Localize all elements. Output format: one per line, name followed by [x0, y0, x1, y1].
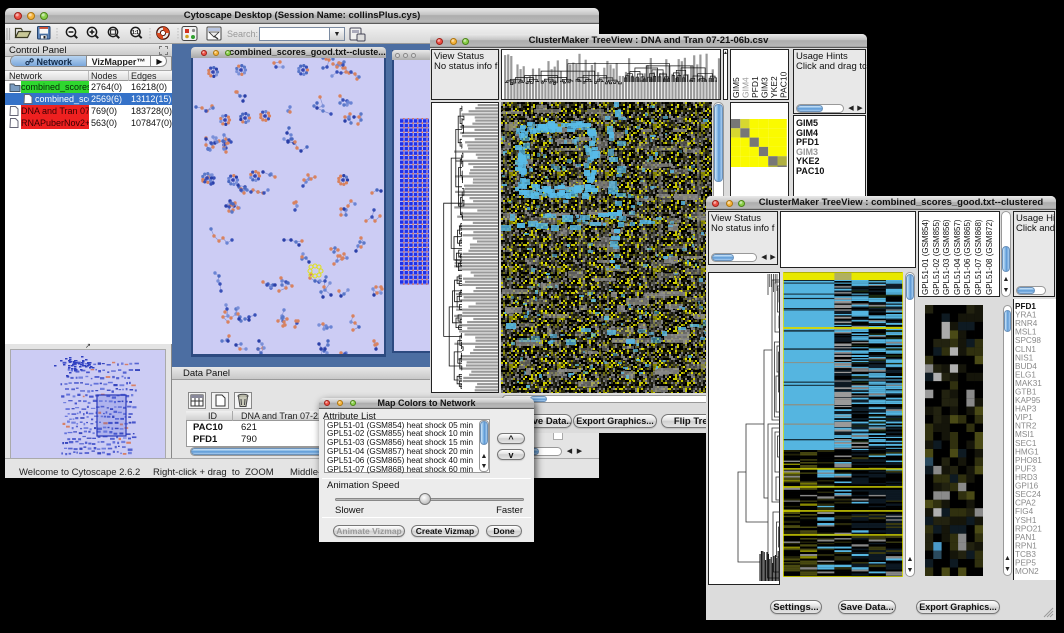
svg-text:1:1: 1:1 — [132, 30, 139, 36]
svg-text:PAC10: PAC10 — [779, 71, 789, 98]
svg-text:GPL51-01 (GSM854): GPL51-01 (GSM854) — [921, 219, 930, 295]
svg-text:Search:: Search: — [227, 29, 258, 39]
svg-text:MON2: MON2 — [1015, 567, 1039, 576]
svg-text:GPL51-02 (GSM855): GPL51-02 (GSM855) — [932, 219, 941, 295]
svg-text:GIM5: GIM5 — [731, 77, 741, 98]
svg-text:GPL51-07 (GSM868): GPL51-07 (GSM868) — [974, 219, 983, 295]
svg-text:GPL51-06 (GSM865): GPL51-06 (GSM865) — [963, 219, 972, 295]
svg-text:PFD1: PFD1 — [750, 76, 760, 98]
svg-text:GPL51-04 (GSM857): GPL51-04 (GSM857) — [953, 219, 962, 295]
svg-text:YKE2: YKE2 — [769, 76, 779, 98]
svg-text:GPL51-03 (GSM856): GPL51-03 (GSM856) — [942, 219, 951, 295]
svg-text:GPL51-08 (GSM872): GPL51-08 (GSM872) — [985, 219, 994, 295]
svg-text:GIM4: GIM4 — [741, 77, 751, 98]
svg-text:GIM3: GIM3 — [760, 77, 770, 98]
